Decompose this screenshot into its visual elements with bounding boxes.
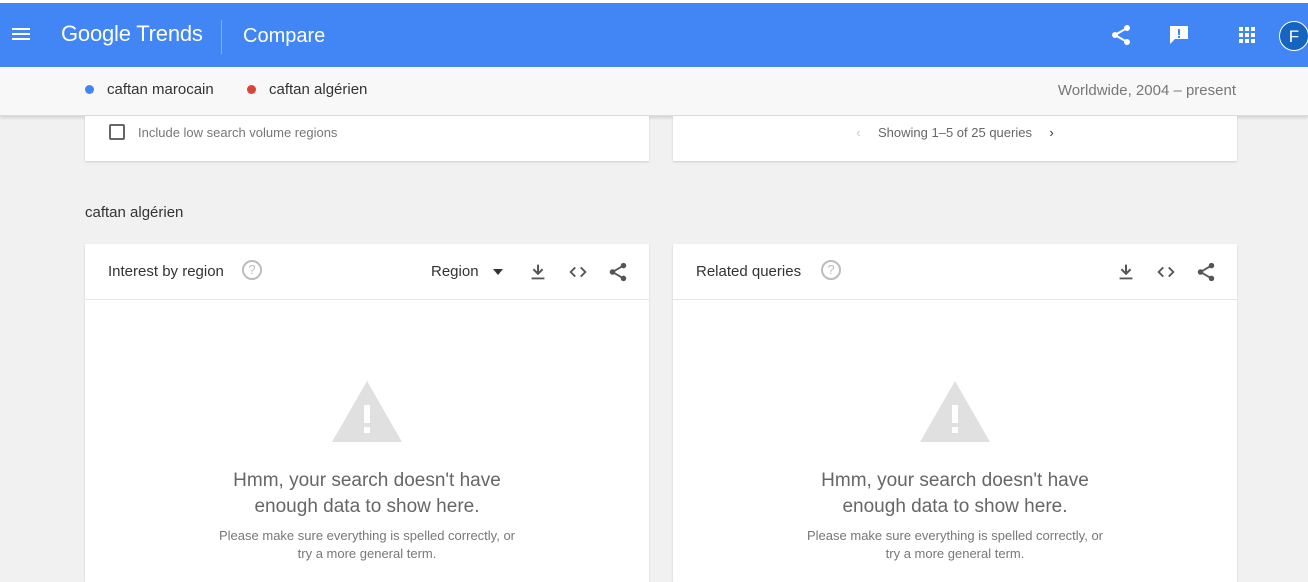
region-select[interactable]: Region [431, 263, 503, 280]
queries-pager-card: ‹ Showing 1–5 of 25 queries › [673, 116, 1237, 161]
term-chip-2[interactable]: caftan algérien [247, 81, 367, 98]
term-color-dot [247, 85, 256, 94]
interest-options-card: Include low search volume regions [85, 116, 649, 161]
warning-icon [920, 381, 990, 442]
menu-icon[interactable] [12, 25, 32, 45]
feedback-icon[interactable] [1167, 23, 1191, 47]
panel-header: Interest by region ? Region [85, 244, 649, 300]
empty-hint: Please make sure everything is spelled c… [85, 527, 649, 563]
empty-message: Hmm, your search doesn't have enough dat… [673, 468, 1237, 520]
dropdown-arrow-icon [492, 269, 503, 276]
section-title: caftan algérien [85, 204, 184, 221]
download-icon[interactable] [527, 261, 549, 283]
panel-title: Related queries [696, 263, 802, 280]
panel-title: Interest by region [108, 263, 224, 280]
embed-code-icon[interactable] [1155, 261, 1177, 283]
brand-logo[interactable]: Google Trends [61, 21, 203, 47]
panel-header: Related queries ? [673, 244, 1237, 300]
share-icon[interactable] [1195, 261, 1217, 283]
interest-by-region-panel: Interest by region ? Region Hmm, your se… [85, 244, 649, 582]
low-volume-label[interactable]: Include low search volume regions [138, 125, 337, 140]
page-title: Compare [243, 25, 326, 47]
range-label[interactable]: Worldwide, 2004 – present [1058, 82, 1236, 99]
empty-hint-line: Please make sure everything is spelled c… [807, 528, 1103, 543]
pager: ‹ Showing 1–5 of 25 queries › [673, 125, 1237, 140]
pager-text: Showing 1–5 of 25 queries [878, 125, 1032, 140]
related-queries-panel: Related queries ? Hmm, your search doesn… [673, 244, 1237, 582]
help-icon[interactable]: ? [242, 260, 262, 280]
chevron-right-icon[interactable]: › [1042, 125, 1062, 140]
download-icon[interactable] [1115, 261, 1137, 283]
term-chip-1[interactable]: caftan marocain [85, 81, 214, 98]
app-bar: Google Trends Compare F [0, 3, 1308, 67]
apps-icon[interactable] [1235, 23, 1259, 47]
term-label: caftan marocain [107, 81, 214, 98]
empty-message-line: enough data to show here. [254, 496, 480, 517]
empty-message: Hmm, your search doesn't have enough dat… [85, 468, 649, 520]
avatar[interactable]: F [1279, 21, 1308, 51]
divider [221, 20, 222, 54]
chevron-left-icon[interactable]: ‹ [848, 125, 868, 140]
warning-icon [332, 381, 402, 442]
empty-hint-line: try a more general term. [297, 546, 437, 561]
term-color-dot [85, 85, 94, 94]
share-icon[interactable] [607, 261, 629, 283]
empty-message-line: Hmm, your search doesn't have [821, 470, 1089, 491]
empty-hint-line: Please make sure everything is spelled c… [219, 528, 515, 543]
low-volume-checkbox[interactable] [109, 124, 125, 140]
compare-bar: caftan marocain caftan algérien Worldwid… [0, 67, 1308, 116]
share-icon[interactable] [1109, 23, 1133, 47]
empty-message-line: Hmm, your search doesn't have [233, 470, 501, 491]
empty-hint: Please make sure everything is spelled c… [673, 527, 1237, 563]
embed-code-icon[interactable] [567, 261, 589, 283]
empty-message-line: enough data to show here. [842, 496, 1068, 517]
empty-hint-line: try a more general term. [885, 546, 1025, 561]
help-icon[interactable]: ? [821, 260, 841, 280]
region-select-value: Region [431, 263, 479, 280]
term-label: caftan algérien [269, 81, 368, 98]
